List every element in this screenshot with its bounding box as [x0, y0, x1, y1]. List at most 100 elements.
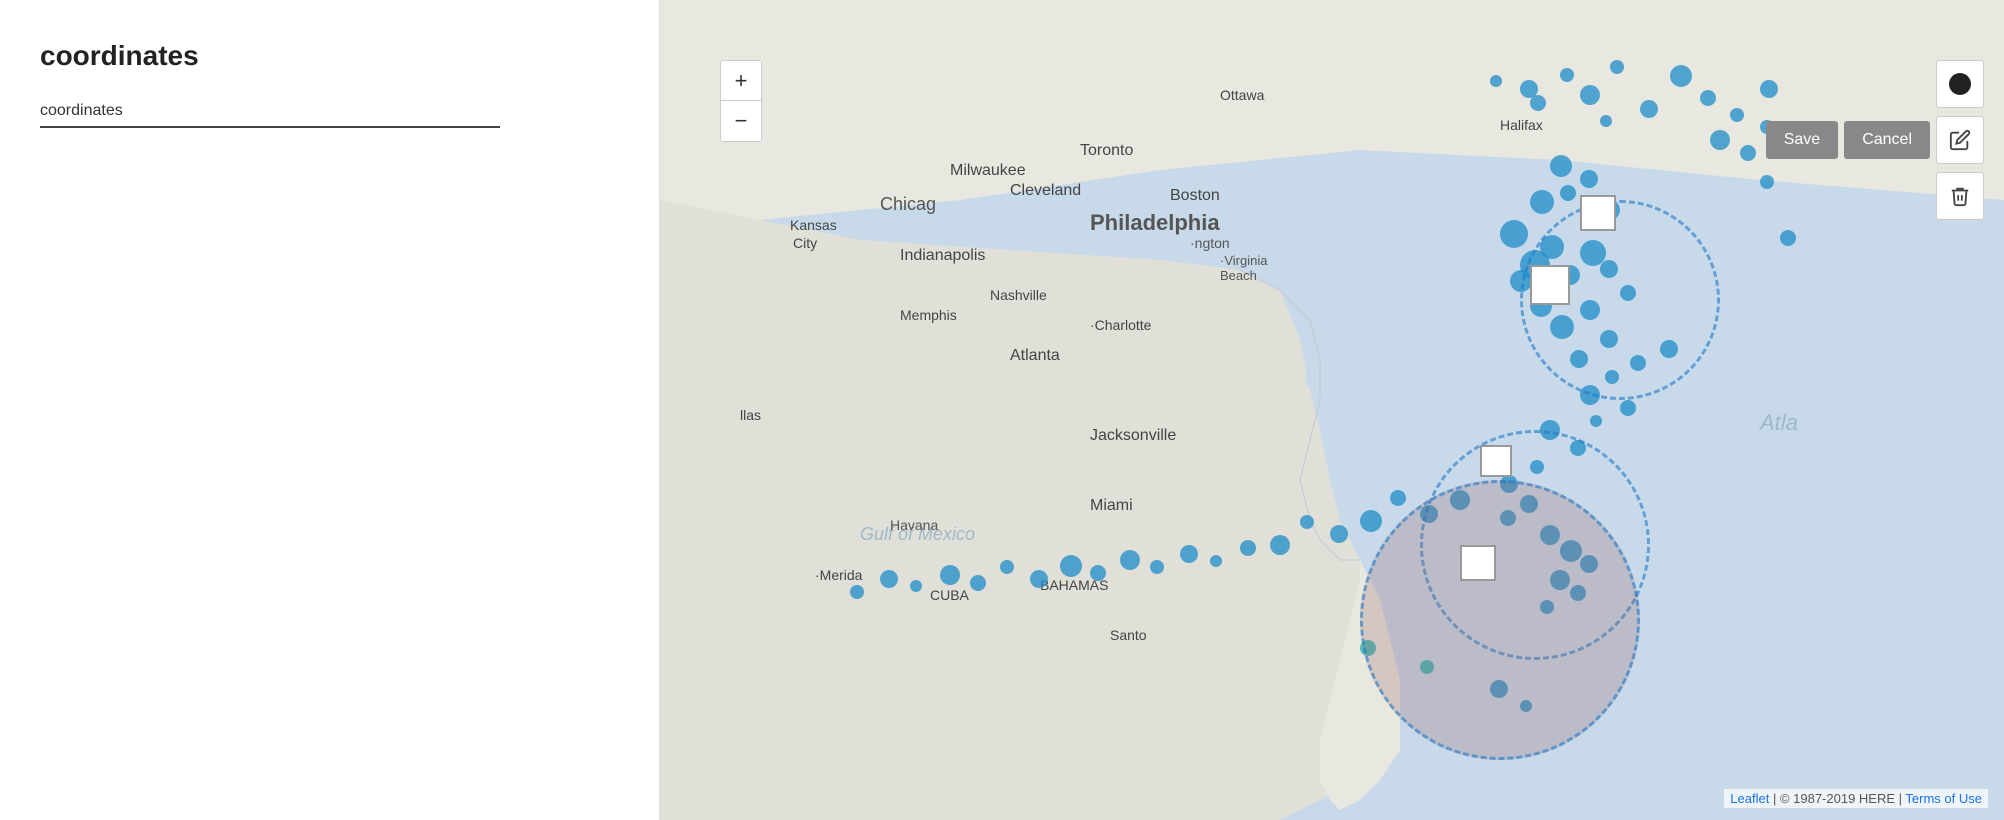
svg-text:Cleveland: Cleveland: [1010, 182, 1081, 199]
svg-text:llas: llas: [740, 407, 761, 423]
data-dot: [940, 565, 960, 585]
data-dot: [1500, 475, 1518, 493]
data-dot: [1740, 145, 1756, 161]
data-dot: [1530, 460, 1544, 474]
delete-button[interactable]: [1936, 172, 1984, 220]
data-dot: [1780, 230, 1796, 246]
data-dot: [1550, 570, 1570, 590]
data-dot: [1620, 400, 1636, 416]
map-attribution: Leaflet | © 1987-2019 HERE | Terms of Us…: [1724, 789, 1988, 808]
data-dot: [1090, 565, 1106, 581]
save-button[interactable]: Save: [1766, 121, 1838, 159]
svg-text:Santo: Santo: [1110, 627, 1147, 643]
data-dot: [1670, 65, 1692, 87]
data-dot: [1580, 300, 1600, 320]
data-dot: [1660, 340, 1678, 358]
svg-text:Beach: Beach: [1220, 268, 1257, 283]
svg-text:Ottawa: Ottawa: [1220, 87, 1265, 103]
svg-text:Havana: Havana: [890, 517, 938, 533]
data-dot: [1580, 555, 1598, 573]
data-dot: [1060, 555, 1082, 577]
record-button[interactable]: [1936, 60, 1984, 108]
terms-of-use-link[interactable]: Terms of Use: [1905, 791, 1982, 806]
top-right-controls: Save Cancel: [1766, 60, 1984, 220]
data-dot: [1420, 660, 1434, 674]
delete-row: [1936, 172, 1984, 220]
svg-text:Atla: Atla: [1758, 410, 1798, 435]
data-dot: [1420, 505, 1438, 523]
svg-text:·Merida: ·Merida: [815, 567, 863, 583]
data-dot: [970, 575, 986, 591]
map-marker-4[interactable]: [1460, 545, 1496, 581]
zoom-out-button[interactable]: −: [721, 101, 761, 141]
svg-text:Philadelphia: Philadelphia: [1090, 210, 1220, 235]
data-dot: [1620, 285, 1636, 301]
svg-text:Jacksonville: Jacksonville: [1090, 427, 1176, 444]
svg-text:City: City: [793, 235, 817, 251]
coordinates-field-underline: [40, 126, 500, 128]
data-dot: [880, 570, 898, 588]
data-dot: [1530, 190, 1554, 214]
data-dot: [1360, 510, 1382, 532]
svg-text:·ngton: ·ngton: [1190, 235, 1230, 251]
record-row: [1936, 60, 1984, 108]
map-marker-1[interactable]: [1580, 195, 1616, 231]
data-dot: [1580, 385, 1600, 405]
record-dot-icon: [1949, 73, 1971, 95]
zoom-controls: + −: [720, 60, 762, 142]
data-dot: [1300, 515, 1314, 529]
data-dot: [1590, 415, 1602, 427]
data-dot: [1240, 540, 1256, 556]
svg-text:·Virginia: ·Virginia: [1220, 253, 1268, 268]
data-dot: [1730, 108, 1744, 122]
here-attribution: | © 1987-2019 HERE |: [1773, 791, 1902, 806]
svg-text:Nashville: Nashville: [990, 287, 1047, 303]
svg-text:·Charlotte: ·Charlotte: [1090, 317, 1152, 333]
map-marker-3[interactable]: [1480, 445, 1512, 477]
svg-text:Boston: Boston: [1170, 187, 1220, 204]
svg-text:Milwaukee: Milwaukee: [950, 162, 1026, 179]
left-panel: coordinates coordinates: [0, 0, 660, 820]
data-dot: [1570, 585, 1586, 601]
map-container[interactable]: Gulf of Mexico Atla Ottawa Halifax Toron…: [660, 0, 2004, 820]
data-dot: [1000, 560, 1014, 574]
data-dot: [1450, 490, 1470, 510]
data-dot: [1390, 490, 1406, 506]
svg-text:Memphis: Memphis: [900, 307, 957, 323]
leaflet-link[interactable]: Leaflet: [1730, 791, 1769, 806]
page-title: coordinates: [40, 40, 619, 72]
data-dot: [1560, 540, 1582, 562]
data-dot: [1540, 420, 1560, 440]
svg-text:Kansas: Kansas: [790, 217, 837, 233]
map-marker-2[interactable]: [1530, 265, 1570, 305]
data-dot: [1540, 525, 1560, 545]
data-dot: [1520, 700, 1532, 712]
data-dot: [1270, 535, 1290, 555]
data-dot: [1700, 90, 1716, 106]
data-dot: [1150, 560, 1164, 574]
edit-button[interactable]: [1936, 116, 1984, 164]
zoom-in-button[interactable]: +: [721, 61, 761, 101]
svg-text:Toronto: Toronto: [1080, 142, 1133, 159]
data-dot: [1120, 550, 1140, 570]
svg-text:Miami: Miami: [1090, 497, 1133, 514]
coordinates-field-label: coordinates: [40, 102, 619, 120]
data-dot: [1560, 185, 1576, 201]
data-dot: [1550, 155, 1572, 177]
data-dot: [1540, 600, 1554, 614]
data-dot: [1490, 680, 1508, 698]
data-dot: [1530, 95, 1546, 111]
data-dot: [1560, 68, 1574, 82]
data-dot: [1570, 350, 1588, 368]
svg-text:Chicag: Chicag: [880, 194, 936, 214]
cancel-button[interactable]: Cancel: [1844, 121, 1930, 159]
data-dot: [1570, 440, 1586, 456]
data-dot: [1600, 115, 1612, 127]
data-dot: [1520, 495, 1538, 513]
svg-text:CUBA: CUBA: [930, 587, 970, 603]
data-dot: [1600, 260, 1618, 278]
data-dot: [1710, 130, 1730, 150]
data-dot: [1640, 100, 1658, 118]
data-dot: [1330, 525, 1348, 543]
data-dot: [1500, 510, 1516, 526]
